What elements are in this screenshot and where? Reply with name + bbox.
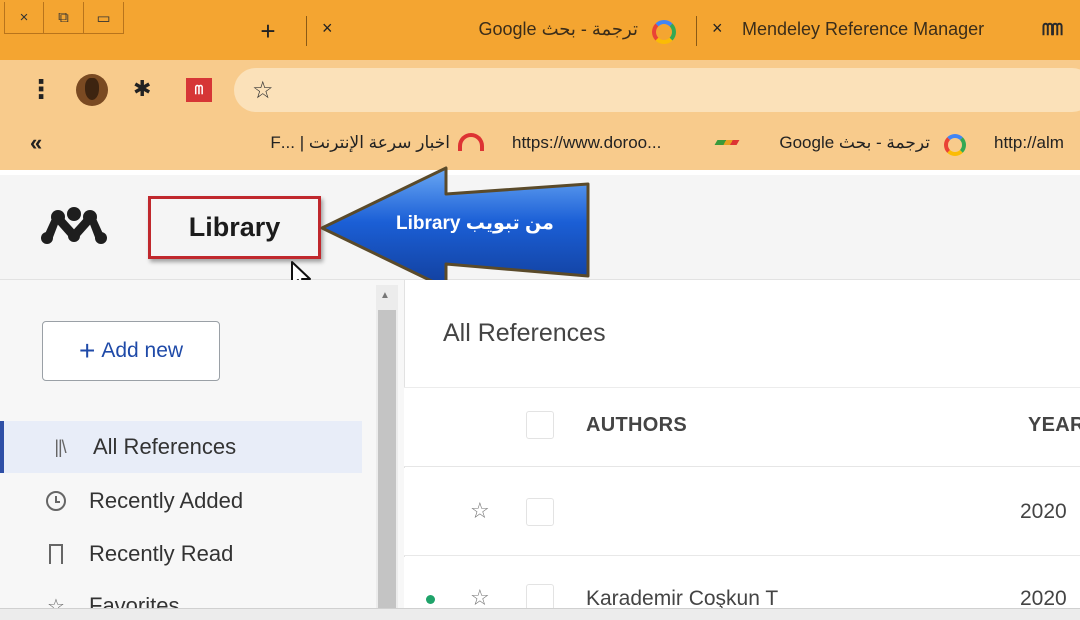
window-minimize-button[interactable]: ▭ [84,2,124,34]
tab-close-icon[interactable]: × [322,18,333,39]
google-icon [652,20,676,44]
bookmark-google-translate[interactable]: ترجمة - بحث Google [766,133,930,153]
profile-avatar[interactable] [76,74,108,106]
extensions-puzzle-icon[interactable]: ✱ [133,76,151,102]
window-close-button[interactable]: × [4,2,44,34]
sidebar-item-label: Recently Added [89,488,244,513]
column-header-authors[interactable]: AUTHORS [586,414,687,437]
callout-label: من تبويب Library [396,213,554,234]
bookmark-doroo[interactable]: https://www.doroo... [512,133,661,153]
select-all-checkbox[interactable] [526,411,554,439]
google-icon [944,134,966,156]
window-controls: × ⧉ ▭ [4,2,124,36]
browser-menu-icon[interactable]: ⋮ [28,76,54,102]
table-header [404,387,1080,467]
bookmark-star-icon[interactable]: ☆ [252,76,274,105]
bookmarks-overflow-icon[interactable]: « [30,130,42,156]
add-new-label: Add new [101,339,184,362]
row-year: 2020 [1020,500,1067,523]
window-restore-button[interactable]: ⧉ [44,2,84,34]
bookmark-alm[interactable]: http://alm [994,133,1064,153]
mendeley-extension-icon[interactable]: ᗰ [186,78,212,102]
address-bar[interactable] [234,68,1080,112]
sidebar-scrollbar-thumb[interactable] [378,310,396,620]
tab-separator [306,16,307,46]
favorite-star-icon[interactable]: ☆ [470,498,490,524]
doroo-icon [714,140,740,145]
add-new-button[interactable]: + Add new [42,321,220,381]
sidebar-item-recently-added[interactable]: Recently Added [0,475,362,527]
unread-indicator [426,595,435,604]
bookmark-speedtest[interactable]: اخبار سرعة الإنترنت | ...F [258,133,450,153]
clock-icon [46,491,66,511]
tab-mendeley[interactable]: Mendeley Reference Manager [742,19,984,40]
mendeley-logo-icon[interactable] [40,206,108,246]
tab-google-translate[interactable]: ترجمة - بحث Google [476,19,638,40]
screen: × ⧉ ▭ + × ترجمة - بحث Google × Mendeley … [0,0,1080,620]
row-checkbox[interactable] [526,498,554,526]
table-row[interactable] [404,468,1080,556]
scroll-up-arrow-icon[interactable]: ▲ [380,290,390,301]
sidebar-item-label: Recently Read [89,541,234,566]
bookmark-icon [49,544,63,566]
column-header-year[interactable]: YEAR [1028,414,1080,437]
sidebar-item-all-references[interactable]: ||\ All References [0,421,362,473]
sidebar-item-recently-read[interactable]: Recently Read [0,528,362,580]
sidebar-item-label: All References [93,434,237,459]
window-bottom-edge [0,608,1080,620]
mendeley-favicon-icon: ᗰᗰ [1042,22,1063,39]
new-tab-button[interactable]: + [252,16,284,48]
tab-close-icon[interactable]: × [712,18,723,39]
library-tab[interactable]: Library [148,196,321,259]
library-icon: ||\ [54,436,66,457]
tab-separator [696,16,697,46]
page-title: All References [443,319,606,347]
plus-icon: + [78,335,96,366]
